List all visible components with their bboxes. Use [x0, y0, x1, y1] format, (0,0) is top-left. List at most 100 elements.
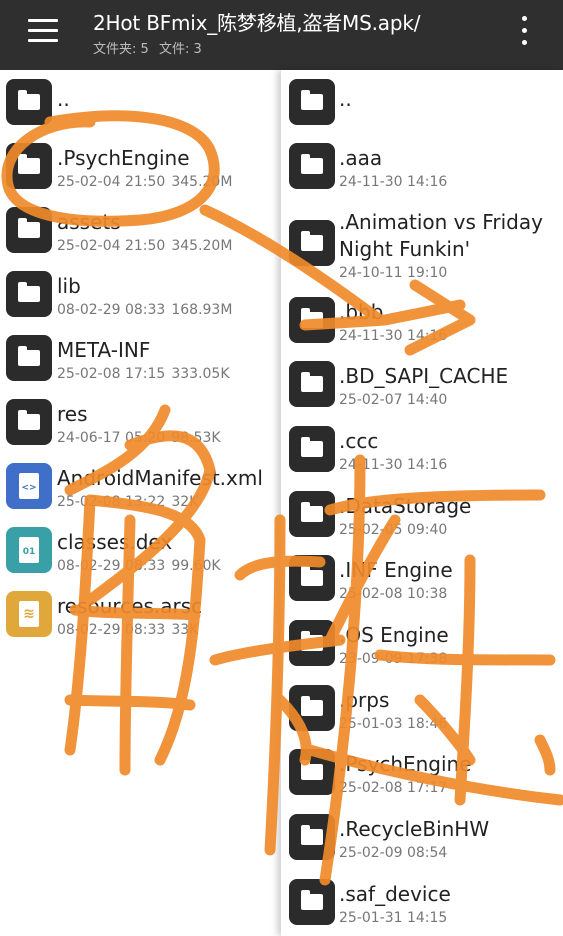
item-name: .DataStorage	[339, 494, 472, 518]
folder-icon	[289, 220, 335, 266]
item-meta: 25-02-08 17:15 333.05K	[57, 366, 236, 382]
item-date: 25-02-08 17:15	[57, 366, 166, 382]
item-name: .saf_device	[339, 882, 451, 906]
menu-button[interactable]	[22, 14, 62, 54]
folder-icon	[289, 361, 335, 407]
item-name: .RecycleBinHW	[339, 817, 490, 841]
item-date: 25-02-08 17:17	[339, 780, 448, 796]
list-item[interactable]: ≋ resources.arsc 08-02-29 08:33 33K	[0, 582, 281, 646]
item-date: 24-11-30 14:16	[339, 457, 448, 473]
folder-count: 文件夹: 5	[93, 42, 149, 57]
menu-icon-line	[28, 19, 58, 22]
folder-icon	[289, 491, 335, 537]
list-item[interactable]: 01 classes.dex 08-02-29 08:33 99.60K	[0, 518, 281, 582]
item-size: 345.20M	[171, 174, 233, 190]
item-date: 08-02-29 08:33	[57, 622, 166, 638]
item-date: 25-02-08 10:38	[339, 586, 448, 602]
item-size: 32K	[171, 494, 199, 510]
more-options-button[interactable]	[512, 14, 536, 50]
item-date: 08-02-29 08:33	[57, 558, 166, 574]
folder-icon	[6, 399, 52, 445]
item-date: 24-10-11 19:10	[339, 265, 448, 281]
item-date: 25-01-03 18:46	[339, 716, 448, 732]
list-item[interactable]: .RecycleBinHW 25-02-09 08:54	[281, 805, 563, 869]
item-size: 333.05K	[171, 366, 230, 382]
list-item[interactable]: assets 25-02-04 21:50 345.20M	[0, 198, 281, 262]
file-count: 文件: 3	[158, 42, 202, 57]
item-date: 25-02-07 14:40	[339, 392, 448, 408]
list-item[interactable]: .DataStorage 25-02-05 09:40	[281, 482, 563, 546]
right-file-pane: .. .aaa 24-11-30 14:16 .Animation vs Fri…	[281, 70, 563, 936]
list-item[interactable]: lib 08-02-29 08:33 168.93M	[0, 262, 281, 326]
path-title: 2Hot BFmix_陈梦移植,盗者MS.apk/	[93, 11, 421, 35]
list-item[interactable]: .aaa 24-11-30 14:16	[281, 134, 563, 198]
list-item[interactable]: .PsychEngine 25-02-08 17:17	[281, 740, 563, 804]
folder-icon	[6, 271, 52, 317]
item-size: 99.60K	[171, 558, 221, 574]
more-dot	[522, 40, 527, 45]
list-item[interactable]: ..	[0, 70, 281, 134]
folder-icon	[289, 143, 335, 189]
item-name: META-INF	[57, 338, 151, 362]
item-name: .BD_SAPI_CACHE	[339, 364, 509, 388]
folder-icon	[6, 79, 52, 125]
list-item[interactable]: .BD_SAPI_CACHE 25-02-07 14:40	[281, 352, 563, 416]
list-item[interactable]: <> AndroidManifest.xml 25-02-08 13:22 32K	[0, 454, 281, 518]
item-name: resources.arsc	[57, 594, 203, 618]
item-name: .OS Engine	[339, 623, 449, 647]
item-name: AndroidManifest.xml	[57, 466, 263, 490]
item-date: 23-09-09 17:38	[339, 651, 448, 667]
folder-icon	[289, 297, 335, 343]
menu-icon-line	[28, 39, 58, 42]
item-meta: 25-02-04 21:50 345.20M	[57, 174, 238, 190]
list-item[interactable]: ..	[281, 70, 563, 134]
list-item[interactable]: .PsychEngine 25-02-04 21:50 345.20M	[0, 134, 281, 198]
list-item[interactable]: .INF Engine 25-02-08 10:38	[281, 546, 563, 610]
folder-icon	[6, 335, 52, 381]
folder-icon	[6, 143, 52, 189]
list-item[interactable]: .saf_device 25-01-31 14:15	[281, 870, 563, 934]
item-name: assets	[57, 210, 121, 234]
list-item[interactable]: .prps 25-01-03 18:46	[281, 676, 563, 740]
list-item[interactable]: .bbb 24-11-30 14:16	[281, 288, 563, 352]
item-date: 24-06-17 05:20	[57, 430, 166, 446]
list-item[interactable]: META-INF 25-02-08 17:15 333.05K	[0, 326, 281, 390]
item-meta: 08-02-29 08:33 33K	[57, 622, 204, 638]
folder-icon	[289, 814, 335, 860]
item-name-line2: Night Funkin'	[339, 237, 471, 261]
list-item[interactable]: .Animation vs Friday Night Funkin' 24-10…	[281, 198, 563, 288]
item-size: 168.93M	[171, 302, 233, 318]
dex-file-icon: 01	[6, 527, 52, 573]
item-date: 25-02-09 08:54	[339, 845, 448, 861]
item-size: 33K	[171, 622, 199, 638]
folder-icon	[289, 620, 335, 666]
item-name: .ccc	[339, 429, 379, 453]
folder-icon	[289, 555, 335, 601]
item-name: .PsychEngine	[57, 146, 190, 170]
item-date: 25-02-05 09:40	[339, 522, 448, 538]
left-file-pane: .. .PsychEngine 25-02-04 21:50 345.20M as…	[0, 70, 281, 936]
item-date: 25-02-08 13:22	[57, 494, 166, 510]
xml-file-icon: <>	[6, 463, 52, 509]
folder-icon	[289, 749, 335, 795]
list-item[interactable]: .ccc 24-11-30 14:16	[281, 417, 563, 481]
item-name: lib	[57, 274, 81, 298]
layers-file-icon: ≋	[6, 591, 52, 637]
item-name: .aaa	[339, 146, 383, 170]
item-name: classes.dex	[57, 530, 173, 554]
item-date: 25-02-04 21:50	[57, 174, 166, 190]
item-name: .INF Engine	[339, 558, 453, 582]
folder-icon	[289, 426, 335, 472]
more-dot	[522, 28, 527, 33]
list-item[interactable]: .OS Engine 23-09-09 17:38	[281, 611, 563, 675]
item-name: ..	[339, 87, 352, 111]
list-item[interactable]: res 24-06-17 05:20 98.53K	[0, 390, 281, 454]
item-name: .Animation vs Friday	[339, 210, 543, 234]
item-date: 08-02-29 08:33	[57, 302, 166, 318]
item-date: 25-02-04 21:50	[57, 238, 166, 254]
item-name: .PsychEngine	[339, 752, 472, 776]
item-name: res	[57, 402, 88, 426]
more-dot	[522, 16, 527, 21]
item-counts: 文件夹: 5 文件: 3	[93, 38, 208, 57]
menu-icon-line	[28, 29, 58, 32]
